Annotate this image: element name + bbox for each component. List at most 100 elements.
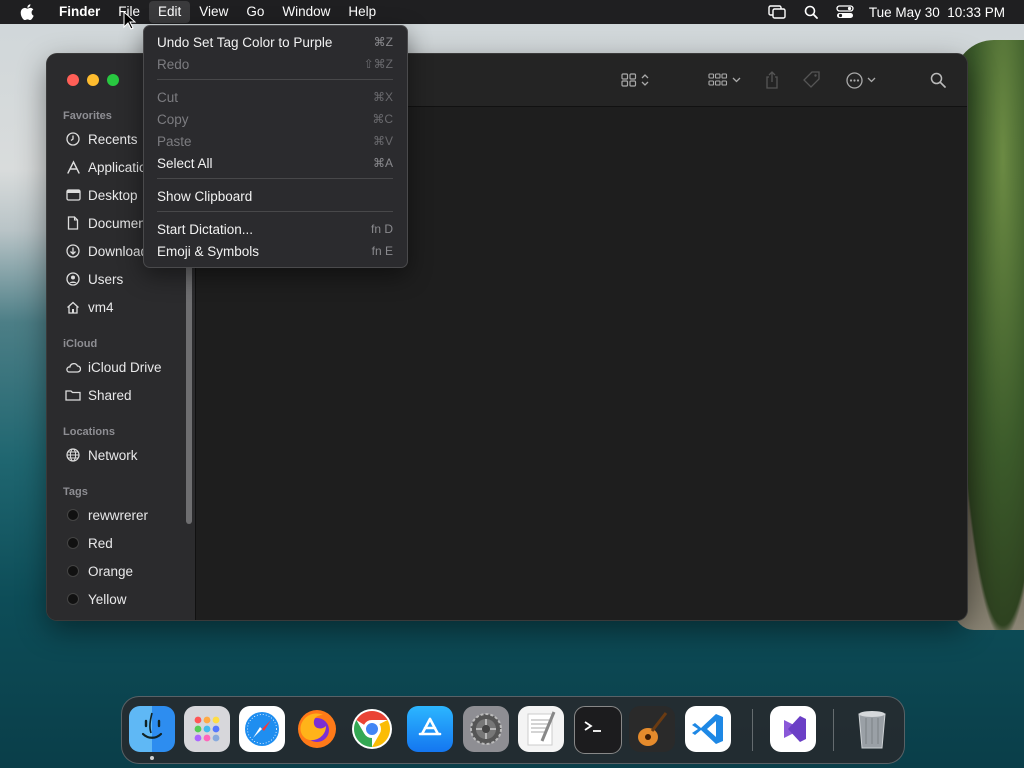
menu-item-shortcut: ⌘A bbox=[372, 156, 393, 170]
spotlight-search-icon[interactable] bbox=[801, 4, 821, 20]
tag-icon[interactable] bbox=[803, 71, 821, 89]
menu-item-label: Cut bbox=[157, 89, 179, 105]
window-controls bbox=[67, 74, 119, 86]
menu-item-shortcut: fn E bbox=[371, 244, 393, 258]
menu-item-label: Select All bbox=[157, 155, 213, 171]
vscode-dock-icon[interactable] bbox=[685, 706, 731, 752]
zoom-button[interactable] bbox=[107, 74, 119, 86]
menu-separator bbox=[157, 79, 393, 80]
sidebar-section-locations: Locations bbox=[63, 426, 115, 438]
menu-item-shortcut: ⌘V bbox=[372, 134, 393, 148]
sidebar-tag-red[interactable]: Red bbox=[64, 532, 194, 554]
menu-item-label: Redo bbox=[157, 56, 190, 72]
sidebar-item-vm4[interactable]: vm4 bbox=[64, 296, 194, 318]
menu-item-cut[interactable]: Cut ⌘X bbox=[157, 87, 393, 107]
menu-item-shortcut: ⌘X bbox=[372, 90, 393, 104]
menu-bar: Finder File Edit View Go Window Help Tue… bbox=[0, 0, 1024, 24]
menu-item-undo[interactable]: Undo Set Tag Color to Purple ⌘Z bbox=[157, 32, 393, 52]
finder-dock-icon[interactable] bbox=[129, 706, 175, 752]
sidebar-section-favorites: Favorites bbox=[63, 110, 112, 122]
sidebar-item-label: iCloud Drive bbox=[88, 359, 162, 375]
sidebar-item-label: vm4 bbox=[88, 299, 114, 315]
sidebar-item-label: Orange bbox=[88, 563, 134, 579]
more-actions-icon[interactable] bbox=[846, 71, 876, 89]
menu-item-paste[interactable]: Paste ⌘V bbox=[157, 131, 393, 151]
sidebar-tag-yellow[interactable]: Yellow bbox=[64, 588, 194, 610]
menu-item-label: Start Dictation... bbox=[157, 221, 254, 237]
apple-menu-icon[interactable] bbox=[17, 4, 37, 20]
menu-app-finder[interactable]: Finder bbox=[50, 1, 109, 23]
menu-bar-clock[interactable]: Tue May 30 10:33 PM bbox=[869, 5, 1005, 20]
menu-help[interactable]: Help bbox=[339, 1, 385, 23]
sidebar-item-label: Red bbox=[88, 535, 113, 551]
visual-studio-dock-icon[interactable] bbox=[770, 706, 816, 752]
sidebar-item-network[interactable]: Network bbox=[64, 444, 194, 466]
close-button[interactable] bbox=[67, 74, 79, 86]
chrome-dock-icon[interactable] bbox=[349, 706, 395, 752]
menu-item-show-clipboard[interactable]: Show Clipboard bbox=[157, 186, 393, 206]
group-by-icon[interactable] bbox=[708, 71, 741, 89]
sidebar-scrollbar[interactable] bbox=[186, 224, 192, 524]
menu-go[interactable]: Go bbox=[237, 1, 273, 23]
sidebar-item-icloud-drive[interactable]: iCloud Drive bbox=[64, 356, 194, 378]
menu-item-redo[interactable]: Redo ⇧⌘Z bbox=[157, 54, 393, 74]
menu-item-label: Undo Set Tag Color to Purple bbox=[157, 34, 333, 50]
sidebar-item-label: Yellow bbox=[88, 591, 127, 607]
menu-window[interactable]: Window bbox=[273, 1, 339, 23]
user-icon bbox=[64, 270, 82, 288]
menu-item-emoji-symbols[interactable]: Emoji & Symbols fn E bbox=[157, 241, 393, 261]
sidebar-tag-orange[interactable]: Orange bbox=[64, 560, 194, 582]
menu-item-label: Copy bbox=[157, 111, 189, 127]
app-store-dock-icon[interactable] bbox=[407, 706, 453, 752]
tag-dot-icon bbox=[67, 537, 79, 549]
sidebar-item-label: rewwrerer bbox=[88, 507, 149, 523]
menu-separator bbox=[157, 211, 393, 212]
sidebar-item-label: Desktop bbox=[88, 187, 138, 203]
sidebar-section-tags: Tags bbox=[63, 486, 88, 498]
tag-dot-icon bbox=[67, 565, 79, 577]
dock bbox=[121, 696, 905, 764]
garageband-dock-icon[interactable] bbox=[629, 706, 675, 752]
search-icon[interactable] bbox=[930, 71, 946, 89]
minimize-button[interactable] bbox=[87, 74, 99, 86]
safari-dock-icon[interactable] bbox=[239, 706, 285, 752]
menu-item-label: Emoji & Symbols bbox=[157, 243, 260, 259]
cloud-icon bbox=[64, 358, 82, 376]
download-icon bbox=[64, 242, 82, 260]
sidebar-tag-rewwrerer[interactable]: rewwrerer bbox=[64, 504, 194, 526]
dock-separator bbox=[833, 709, 834, 751]
menu-item-label: Paste bbox=[157, 133, 192, 149]
running-indicator bbox=[150, 756, 154, 760]
edit-menu-dropdown: Undo Set Tag Color to Purple ⌘Z Redo ⇧⌘Z… bbox=[143, 25, 408, 268]
screen-mirroring-icon[interactable] bbox=[767, 4, 787, 20]
sidebar-item-label: Shared bbox=[88, 387, 132, 403]
firefox-dock-icon[interactable] bbox=[294, 706, 340, 752]
applications-icon bbox=[64, 158, 82, 176]
menu-item-shortcut: fn D bbox=[370, 222, 393, 236]
sidebar-item-users[interactable]: Users bbox=[64, 268, 194, 290]
system-settings-dock-icon[interactable] bbox=[463, 706, 509, 752]
textedit-dock-icon[interactable] bbox=[518, 706, 564, 752]
sidebar-item-label: Recents bbox=[88, 131, 138, 147]
sidebar-item-shared[interactable]: Shared bbox=[64, 384, 194, 406]
menu-edit[interactable]: Edit bbox=[149, 1, 191, 23]
tag-dot-icon bbox=[67, 509, 79, 521]
home-icon bbox=[64, 298, 82, 316]
menu-item-shortcut: ⌘Z bbox=[373, 35, 393, 49]
menu-item-copy[interactable]: Copy ⌘C bbox=[157, 109, 393, 129]
trash-dock-icon[interactable] bbox=[849, 706, 895, 752]
menu-item-shortcut: ⇧⌘Z bbox=[363, 57, 393, 71]
control-center-icon[interactable] bbox=[835, 4, 855, 20]
menu-separator bbox=[157, 178, 393, 179]
menu-view[interactable]: View bbox=[190, 1, 237, 23]
terminal-dock-icon[interactable] bbox=[574, 706, 622, 754]
tag-dot-icon bbox=[67, 593, 79, 605]
launchpad-dock-icon[interactable] bbox=[184, 706, 230, 752]
menu-item-select-all[interactable]: Select All ⌘A bbox=[157, 153, 393, 173]
document-icon bbox=[64, 214, 82, 232]
sidebar-item-label: Users bbox=[88, 271, 124, 287]
share-icon[interactable] bbox=[765, 71, 779, 89]
menu-item-start-dictation[interactable]: Start Dictation... fn D bbox=[157, 219, 393, 239]
shared-folder-icon bbox=[64, 386, 82, 404]
view-mode-icon[interactable] bbox=[621, 71, 649, 89]
